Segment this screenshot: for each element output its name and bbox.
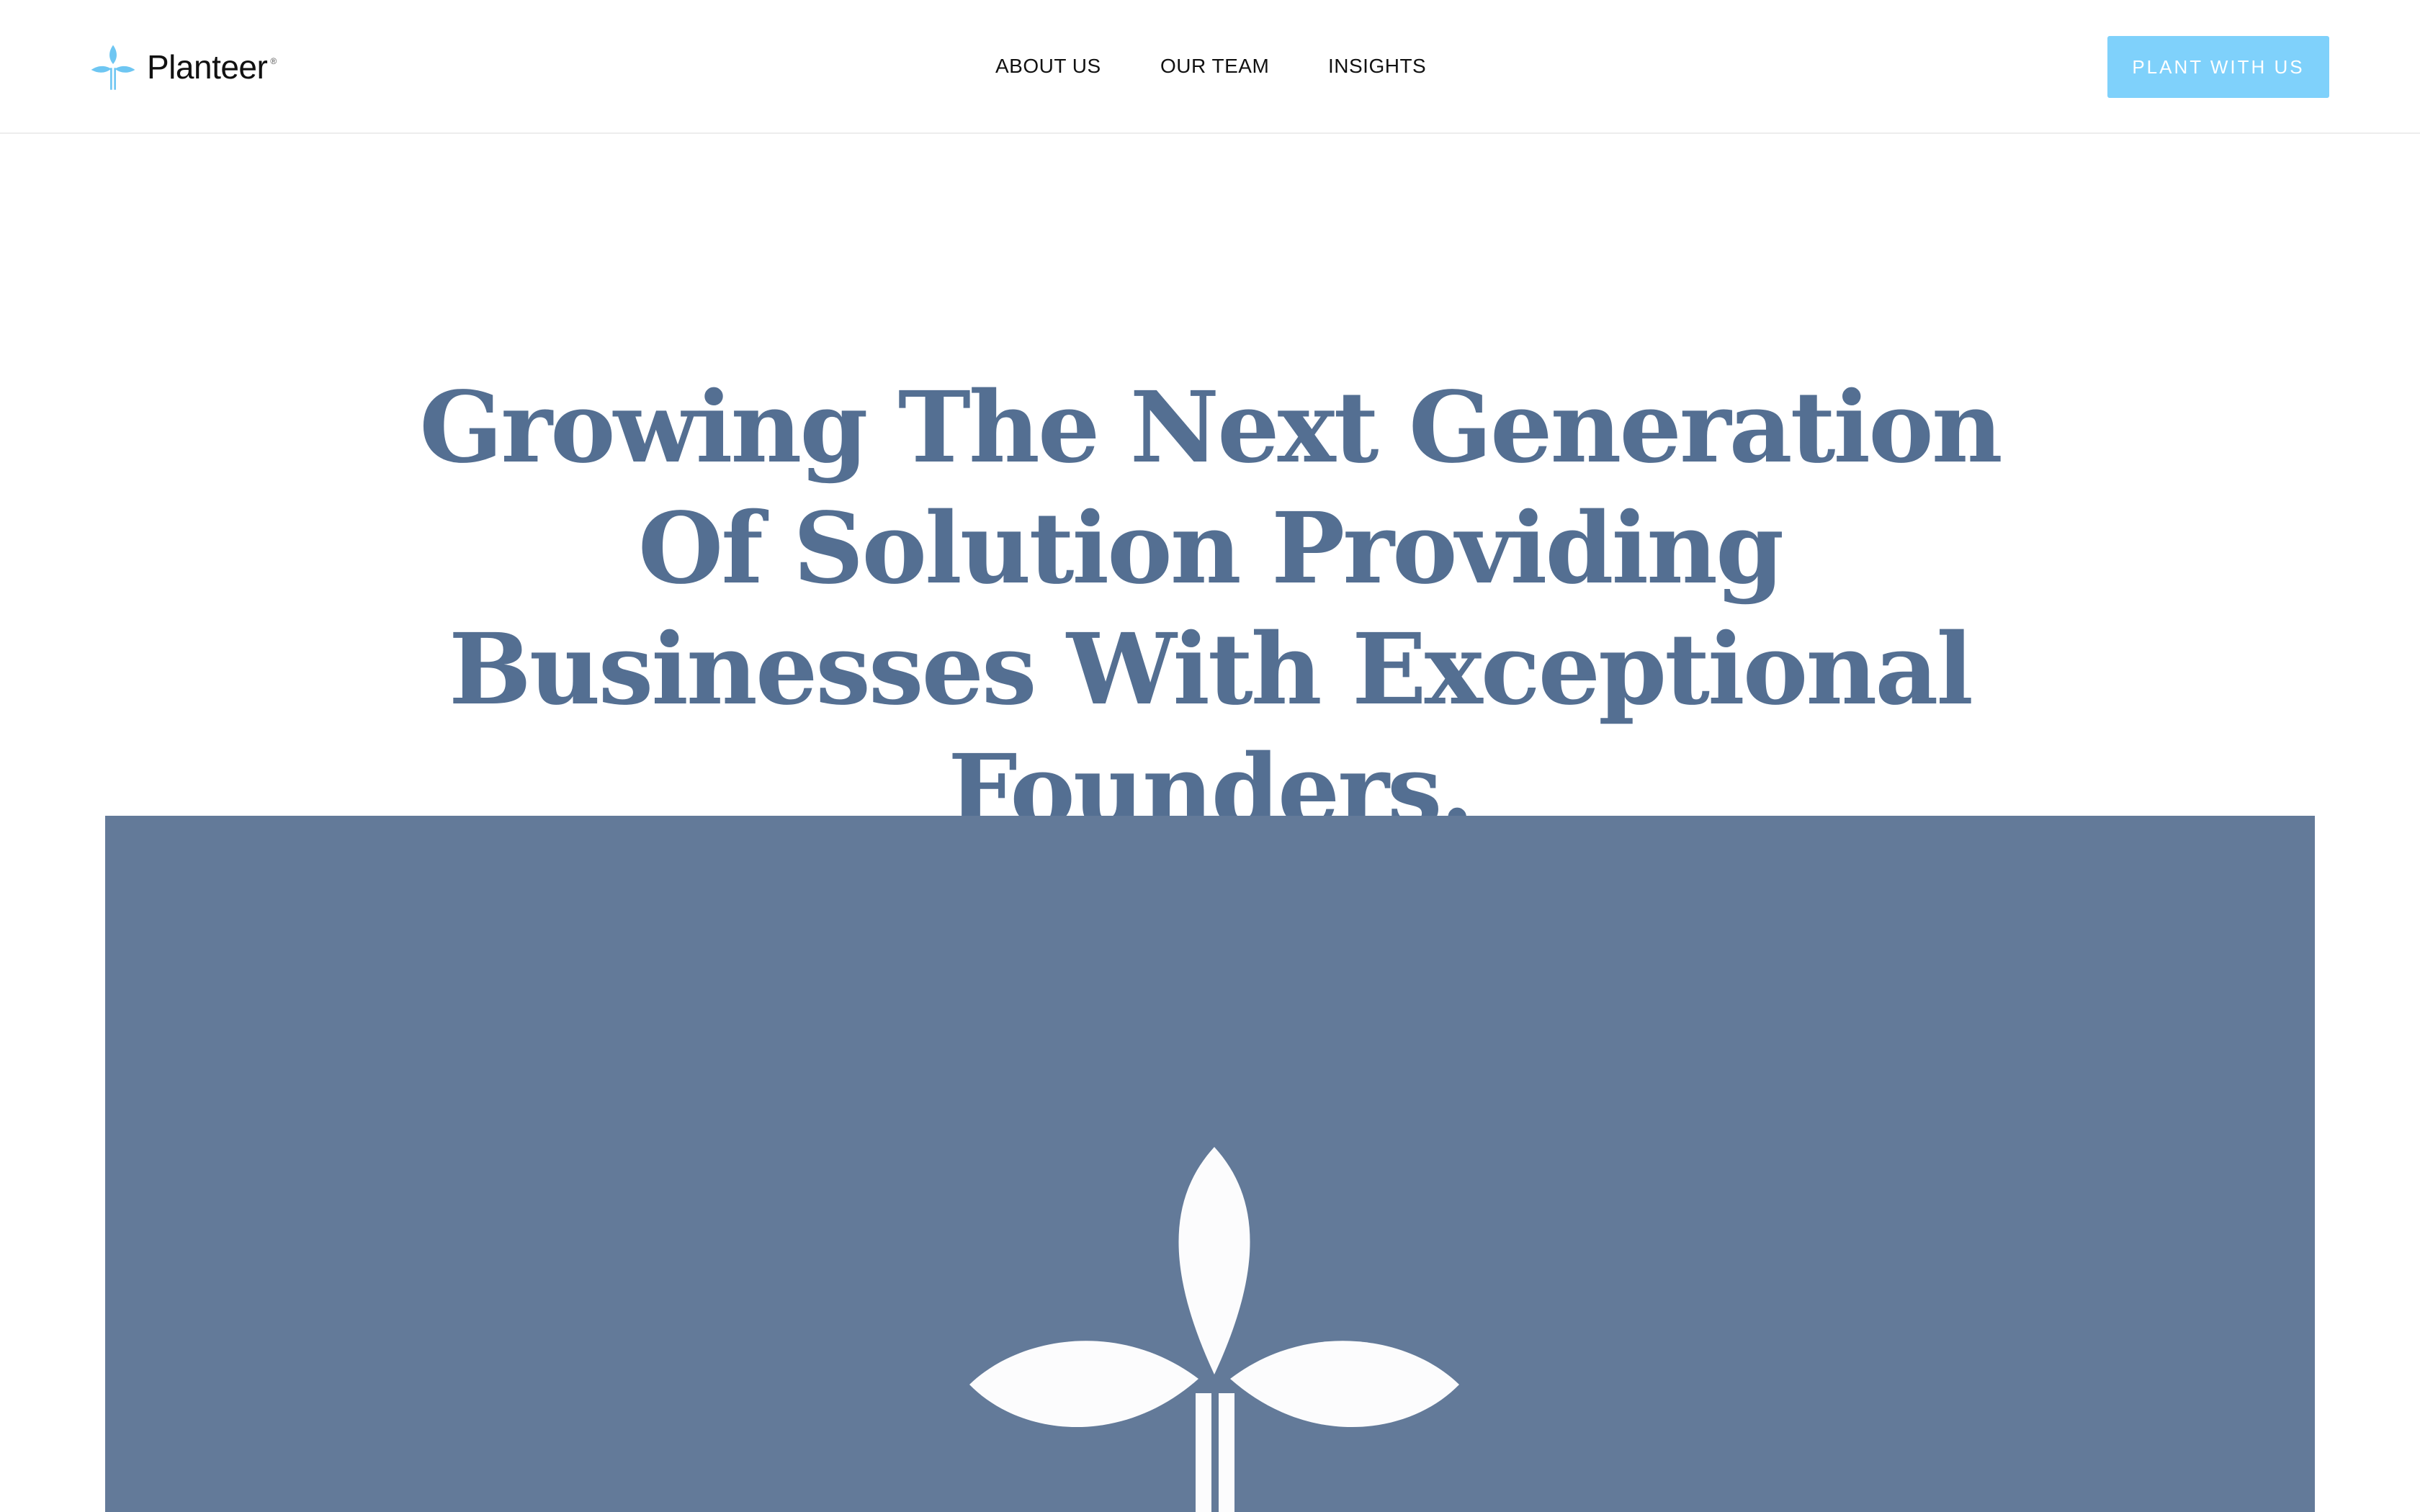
main-nav: ABOUT US OUR TEAM INSIGHTS — [0, 50, 2420, 82]
hero-image — [105, 816, 2315, 1512]
hero-title: Growing The Next Generation Of Solution … — [419, 370, 2003, 848]
sprout-logo-icon — [969, 1147, 1459, 1512]
nav-item-insights[interactable]: INSIGHTS — [1328, 50, 1426, 82]
nav-item-our-team[interactable]: OUR TEAM — [1160, 50, 1269, 82]
nav-item-about-us[interactable]: ABOUT US — [995, 50, 1101, 82]
plant-with-us-button[interactable]: PLANT WITH US — [2107, 36, 2329, 98]
site-header: Planteer ® ABOUT US OUR TEAM INSIGHTS PL… — [0, 0, 2420, 134]
